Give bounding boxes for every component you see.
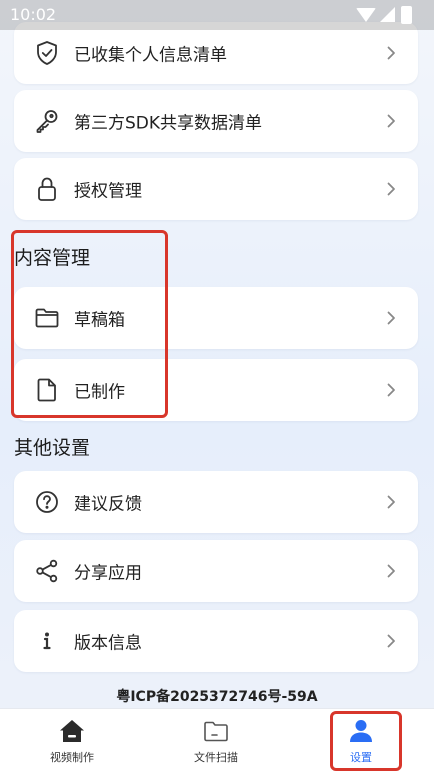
chevron-right-icon [384, 114, 398, 128]
status-icons [356, 6, 416, 24]
authorization-management-label: 授权管理 [74, 181, 142, 202]
key-icon [34, 108, 60, 134]
chevron-right-icon [384, 495, 398, 509]
user-icon [347, 717, 375, 745]
content-management-title: 内容管理 [14, 247, 91, 269]
chevron-right-icon [384, 634, 398, 648]
chevron-right-icon [384, 182, 398, 196]
status-bar: 10:02 [0, 0, 434, 30]
shield-check-icon [34, 40, 60, 66]
produced-label: 已制作 [74, 382, 125, 403]
feedback-item[interactable]: 建议反馈 [14, 471, 418, 533]
document-icon [34, 377, 60, 403]
wifi-icon [356, 8, 376, 22]
bottom-navigation: 视频制作 文件扫描 设置 [0, 708, 434, 773]
icp-license-text[interactable]: 粤ICP备2025372746号-59A [0, 686, 434, 706]
nav-settings-label: 设置 [350, 751, 372, 764]
nav-settings[interactable]: 设置 [311, 709, 411, 773]
lock-icon [34, 176, 60, 202]
nav-video-production[interactable]: 视频制作 [22, 709, 122, 773]
third-party-sdk-list-item[interactable]: 第三方SDK共享数据清单 [14, 90, 418, 152]
collected-info-list-label: 已收集个人信息清单 [74, 45, 227, 66]
status-time: 10:02 [10, 5, 57, 24]
version-info-item[interactable]: 版本信息 [14, 610, 418, 672]
signal-icon [380, 7, 395, 22]
third-party-sdk-list-label: 第三方SDK共享数据清单 [74, 113, 263, 134]
folder-scan-icon [202, 717, 230, 745]
collected-info-list-item[interactable]: 已收集个人信息清单 [14, 22, 418, 84]
question-circle-icon [34, 489, 60, 515]
produced-item[interactable]: 已制作 [14, 359, 418, 421]
other-settings-title: 其他设置 [14, 437, 91, 459]
folder-icon [34, 305, 60, 331]
nav-video-production-label: 视频制作 [50, 751, 94, 764]
share-app-label: 分享应用 [74, 563, 142, 584]
chevron-right-icon [384, 311, 398, 325]
home-icon [58, 717, 86, 745]
feedback-label: 建议反馈 [74, 494, 142, 515]
chevron-right-icon [384, 564, 398, 578]
share-app-item[interactable]: 分享应用 [14, 540, 418, 602]
drafts-item[interactable]: 草稿箱 [14, 287, 418, 349]
version-info-label: 版本信息 [74, 633, 142, 654]
nav-file-scan-label: 文件扫描 [194, 751, 238, 764]
battery-icon [401, 6, 412, 24]
chevron-right-icon [384, 383, 398, 397]
share-icon [34, 558, 60, 584]
info-icon [34, 628, 60, 654]
chevron-right-icon [384, 46, 398, 60]
authorization-management-item[interactable]: 授权管理 [14, 158, 418, 220]
drafts-label: 草稿箱 [74, 310, 125, 331]
nav-file-scan[interactable]: 文件扫描 [166, 709, 266, 773]
